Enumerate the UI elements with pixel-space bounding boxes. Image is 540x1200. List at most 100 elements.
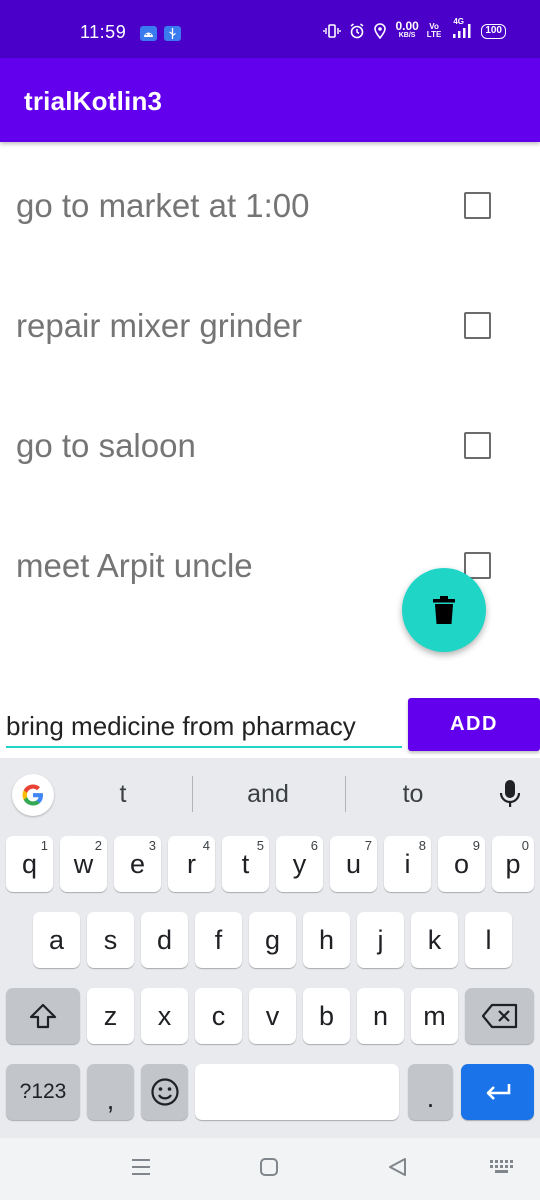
net-speed-unit: KB/S [398, 32, 416, 39]
key-label: p [505, 848, 521, 879]
usb-notification-icon [164, 26, 181, 41]
back-icon[interactable] [386, 1156, 408, 1178]
delete-fab-button[interactable] [402, 568, 486, 652]
key-label: r [187, 848, 196, 879]
todo-item[interactable]: go to market at 1:00 [0, 142, 540, 262]
key-label: s [103, 924, 118, 955]
key-label: , [106, 1084, 115, 1115]
google-logo-icon[interactable] [12, 774, 54, 816]
key-x[interactable]: x [141, 988, 188, 1044]
todo-checkbox[interactable] [464, 432, 491, 459]
todo-text: go to saloon [16, 427, 196, 464]
suggestion-3[interactable]: to [390, 780, 436, 809]
key-hint: 5 [256, 838, 264, 853]
key-y[interactable]: y6 [276, 836, 323, 892]
space-key[interactable] [195, 1064, 399, 1120]
enter-key[interactable] [461, 1064, 534, 1120]
shift-key[interactable] [6, 988, 80, 1044]
comma-key[interactable]: , [87, 1064, 134, 1120]
todo-text: meet Arpit uncle [16, 547, 253, 584]
key-a[interactable]: a [33, 912, 80, 968]
backspace-key[interactable] [465, 988, 534, 1044]
key-c[interactable]: c [195, 988, 242, 1044]
key-r[interactable]: r4 [168, 836, 215, 892]
keyboard-hide-icon[interactable] [488, 1158, 516, 1176]
key-d[interactable]: d [141, 912, 188, 968]
key-k[interactable]: k [411, 912, 458, 968]
trash-icon [433, 596, 455, 624]
key-label: . [426, 1082, 435, 1113]
microphone-icon[interactable] [498, 778, 522, 810]
key-label: o [453, 848, 470, 879]
suggestion-1[interactable]: t [100, 780, 146, 809]
suggestion-bar: t and to [0, 758, 540, 832]
key-label: z [103, 1000, 118, 1031]
todo-text: repair mixer grinder [16, 307, 303, 344]
key-label: l [485, 924, 492, 955]
net-speed-value: 0.00 [395, 19, 419, 33]
key-s[interactable]: s [87, 912, 134, 968]
key-h[interactable]: h [303, 912, 350, 968]
key-hint: 8 [418, 838, 426, 853]
app-title: trialKotlin3 [24, 86, 163, 116]
android-screen: 11:59 0.00 KB/S Vo LTE 4G 100 trialKotli… [0, 0, 540, 1200]
key-label: a [48, 924, 65, 955]
enter-icon [486, 1084, 510, 1100]
key-q[interactable]: q1 [6, 836, 53, 892]
emoji-key[interactable] [141, 1064, 188, 1120]
key-p[interactable]: p0 [492, 836, 534, 892]
key-t[interactable]: t5 [222, 836, 269, 892]
symbols-key[interactable]: ?123 [6, 1064, 80, 1120]
todo-checkbox[interactable] [464, 192, 491, 219]
todo-checkbox[interactable] [464, 312, 491, 339]
recent-apps-icon[interactable] [130, 1156, 152, 1178]
signal-icon: 4G [449, 17, 473, 39]
add-button[interactable]: ADD [408, 698, 540, 751]
key-label: g [264, 924, 281, 955]
key-label: b [318, 1000, 335, 1031]
task-input[interactable] [6, 706, 402, 748]
home-icon[interactable] [258, 1156, 280, 1178]
key-hint: 3 [148, 838, 156, 853]
key-hint: 7 [364, 838, 372, 853]
todo-item[interactable]: go to saloon [0, 382, 540, 502]
key-j[interactable]: j [357, 912, 404, 968]
key-label: d [156, 924, 173, 955]
network-type: 4G [453, 17, 464, 26]
key-u[interactable]: u7 [330, 836, 377, 892]
key-o[interactable]: o9 [438, 836, 485, 892]
alarm-icon [349, 23, 365, 39]
app-bar: trialKotlin3 [0, 58, 540, 142]
soft-keyboard: t and to q1 w2 e3 r4 t5 y6 u7 i8 o9 p0 a… [0, 758, 540, 1138]
vibrate-icon [323, 23, 342, 39]
period-key[interactable]: . [408, 1064, 453, 1120]
key-label: c [211, 1000, 226, 1031]
shift-icon [29, 1003, 57, 1029]
key-e[interactable]: e3 [114, 836, 161, 892]
emoji-icon [150, 1078, 179, 1106]
key-b[interactable]: b [303, 988, 350, 1044]
key-hint: 0 [521, 838, 529, 853]
key-label: y [292, 848, 307, 879]
key-g[interactable]: g [249, 912, 296, 968]
key-l[interactable]: l [465, 912, 512, 968]
key-i[interactable]: i8 [384, 836, 431, 892]
key-z[interactable]: z [87, 988, 134, 1044]
volte-indicator: Vo LTE [427, 23, 442, 39]
todo-item[interactable]: repair mixer grinder [0, 262, 540, 382]
key-label: ?123 [19, 1080, 67, 1103]
key-n[interactable]: n [357, 988, 404, 1044]
suggestion-2[interactable]: and [228, 780, 308, 809]
key-label: q [21, 848, 38, 879]
key-v[interactable]: v [249, 988, 296, 1044]
key-f[interactable]: f [195, 912, 242, 968]
key-w[interactable]: w2 [60, 836, 107, 892]
key-label: f [214, 924, 223, 955]
todo-text: go to market at 1:00 [16, 187, 310, 224]
volte-bottom: LTE [426, 30, 442, 39]
suggestion-divider [345, 776, 346, 812]
key-m[interactable]: m [411, 988, 458, 1044]
key-label: t [241, 848, 250, 879]
backspace-icon [481, 1003, 517, 1029]
key-label: v [265, 1000, 280, 1031]
